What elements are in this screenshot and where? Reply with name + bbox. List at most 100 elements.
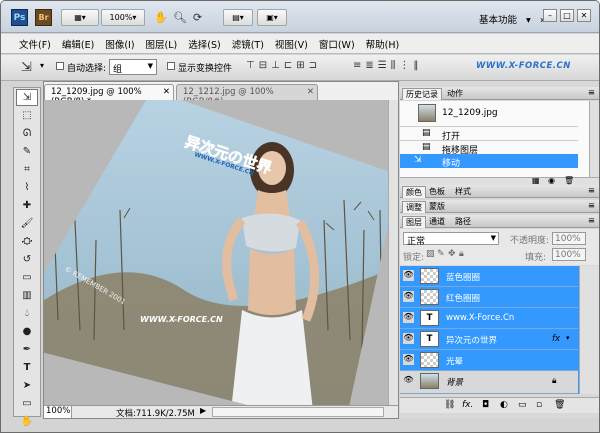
menu-help[interactable]: 帮助(H) xyxy=(366,37,400,51)
tab-document-inactive[interactable]: 12_1212.jpg @ 100%(RGB/8#) ✕ xyxy=(176,84,318,107)
history-item-drag-layer[interactable]: ▤ 拖移图层 xyxy=(400,140,578,156)
workspace-switcher[interactable]: 基本功能 ▾ » xyxy=(479,12,546,26)
delete-layer-icon[interactable]: 🗑︎ xyxy=(554,400,565,410)
layer-row-background[interactable]: 👁︎ 背景 🔒︎ xyxy=(400,371,578,394)
layers-scrollbar[interactable] xyxy=(579,266,599,394)
tab-close-icon[interactable]: ✕ xyxy=(307,87,314,97)
rotate-view-icon[interactable]: ⟳ xyxy=(193,9,202,26)
eyedropper-tool-icon[interactable]: ⌇ xyxy=(16,179,38,196)
move-tool-preset-icon[interactable]: ⇲ xyxy=(21,59,32,76)
align-hcenter-icon[interactable]: ⊞ xyxy=(296,60,304,71)
snapshot-icon[interactable]: ◉ xyxy=(548,176,555,185)
menu-file[interactable]: 文件(F) xyxy=(19,37,51,51)
lock-all-icon[interactable]: 🔒︎ xyxy=(459,249,464,259)
menu-image[interactable]: 图像(I) xyxy=(105,37,134,51)
tab-history[interactable]: 历史记录 xyxy=(402,88,442,100)
bridge-launch-button[interactable]: Br xyxy=(35,9,52,26)
history-item-open[interactable]: ▤ 打开 xyxy=(400,126,578,142)
panel-menu-icon[interactable]: ≡ xyxy=(588,201,595,211)
lock-transparency-icon[interactable]: ▨ xyxy=(426,249,435,259)
tab-adjustments[interactable]: 调整 xyxy=(402,201,426,213)
tab-swatches[interactable]: 色板 xyxy=(426,186,448,198)
healing-brush-tool-icon[interactable]: ✚ xyxy=(16,197,38,214)
tab-document-active[interactable]: 12_1209.jpg @ 100%(RGB/8) * ✕ xyxy=(44,84,174,107)
tab-styles[interactable]: 样式 xyxy=(452,186,474,198)
adjustment-layer-icon[interactable]: ◐ xyxy=(500,400,508,410)
new-group-icon[interactable]: ▭ xyxy=(518,400,527,410)
align-right-icon[interactable]: ⊐ xyxy=(309,60,317,71)
opacity-field[interactable]: 100% xyxy=(552,232,586,245)
effects-expand-icon[interactable]: ▾ xyxy=(566,334,570,342)
visibility-eye-icon[interactable]: 👁︎ xyxy=(403,270,414,281)
new-layer-icon[interactable]: ▫ xyxy=(536,400,542,410)
distribute-vcenter-icon[interactable]: ≣ xyxy=(365,60,373,71)
layer-row-url-text[interactable]: 👁︎ T www.X-Force.Cn xyxy=(400,308,578,329)
align-vcenter-icon[interactable]: ⊟ xyxy=(259,60,267,71)
tab-paths[interactable]: 路径 xyxy=(452,216,474,228)
quick-select-tool-icon[interactable]: ✎ xyxy=(16,143,38,160)
dodge-tool-icon[interactable]: ● xyxy=(16,323,38,340)
distribute-right-icon[interactable]: ‖ xyxy=(413,60,418,71)
menu-layer[interactable]: 图层(L) xyxy=(146,37,178,51)
distribute-top-icon[interactable]: ≡ xyxy=(353,60,361,71)
history-item-move[interactable]: ⇲ 移动 xyxy=(400,154,578,169)
history-scrollbar[interactable] xyxy=(589,101,599,177)
distribute-left-icon[interactable]: ⫼ xyxy=(391,60,396,71)
type-tool-icon[interactable]: T xyxy=(16,359,38,376)
visibility-eye-icon[interactable]: 👁︎ xyxy=(403,354,414,365)
canvas-vertical-scrollbar[interactable] xyxy=(388,100,398,406)
photoshop-logo[interactable]: Ps xyxy=(11,9,28,26)
clone-stamp-tool-icon[interactable]: ⛮ xyxy=(16,233,38,250)
visibility-eye-icon[interactable]: 👁︎ xyxy=(403,312,414,323)
menu-select[interactable]: 选择(S) xyxy=(188,37,220,51)
move-tool-icon[interactable]: ⇲ xyxy=(16,89,38,106)
align-bottom-icon[interactable]: ⊥ xyxy=(271,60,280,71)
layer-row-red-circles[interactable]: 👁︎ 红色圈圈 xyxy=(400,287,578,308)
canvas-area[interactable]: 异次元の世界 WWW.X-FORCE.CN WWW.X-FORCE.CN © R… xyxy=(44,100,398,406)
layer-row-title-text[interactable]: 👁︎ T 异次元の世界 fx ▾ xyxy=(400,329,578,350)
zoom-tool-icon[interactable]: 🔍︎ xyxy=(173,9,187,26)
trash-icon[interactable]: 🗑︎ xyxy=(564,176,574,185)
minimize-button[interactable]: – xyxy=(543,9,557,22)
add-mask-icon[interactable]: ◘ xyxy=(482,400,489,410)
menu-view[interactable]: 视图(V) xyxy=(275,37,308,51)
auto-select-dropdown[interactable]: 组 ▼ xyxy=(109,59,157,75)
layer-row-glow[interactable]: 👁︎ 光晕 xyxy=(400,350,578,371)
status-menu-arrow-icon[interactable]: ▶ xyxy=(200,406,206,415)
arrange-documents-button[interactable]: ▤ ▾ xyxy=(223,9,253,26)
screen-mode-button[interactable]: ▣ ▾ xyxy=(257,9,287,26)
tab-actions[interactable]: 动作 xyxy=(444,88,466,100)
fill-field[interactable]: 100% xyxy=(552,248,586,261)
hand-tool-icon[interactable]: ✋ xyxy=(16,413,38,430)
view-extras-button[interactable]: ▦ ▾ xyxy=(61,9,99,26)
distribute-bottom-icon[interactable]: ☰ xyxy=(378,60,387,71)
link-layers-icon[interactable]: ⛓︎ xyxy=(444,400,455,410)
tab-layers[interactable]: 图层 xyxy=(402,216,426,228)
gradient-tool-icon[interactable]: ▥ xyxy=(16,287,38,304)
panel-menu-icon[interactable]: ≡ xyxy=(588,216,595,226)
lasso-tool-icon[interactable]: ᘏ xyxy=(16,125,38,142)
align-top-icon[interactable]: ⊤ xyxy=(246,60,255,71)
blur-tool-icon[interactable]: 💧︎ xyxy=(16,305,38,322)
tab-close-icon[interactable]: ✕ xyxy=(163,87,170,97)
blend-mode-select[interactable]: 正常 ▼ xyxy=(403,232,499,247)
layer-effects-icon[interactable]: fx xyxy=(552,334,560,344)
tab-masks[interactable]: 蒙版 xyxy=(426,201,448,213)
tool-preset-caret-icon[interactable]: ▾ xyxy=(40,61,44,70)
marquee-tool-icon[interactable]: ⬚ xyxy=(16,107,38,124)
menu-edit[interactable]: 编辑(E) xyxy=(62,37,94,51)
menu-window[interactable]: 窗口(W) xyxy=(319,37,355,51)
show-transform-checkbox[interactable] xyxy=(167,62,175,70)
eraser-tool-icon[interactable]: ▭ xyxy=(16,269,38,286)
lock-pixels-icon[interactable]: ✎ xyxy=(437,249,445,259)
align-left-icon[interactable]: ⊏ xyxy=(284,60,292,71)
path-select-tool-icon[interactable]: ➤ xyxy=(16,377,38,394)
panel-menu-icon[interactable]: ≡ xyxy=(588,88,595,98)
history-snapshot-label[interactable]: 12_1209.jpg xyxy=(442,108,498,118)
tab-channels[interactable]: 通道 xyxy=(426,216,448,228)
close-button[interactable]: ✕ xyxy=(577,9,591,22)
lock-position-icon[interactable]: ✥ xyxy=(448,249,456,259)
visibility-eye-icon[interactable]: 👁︎ xyxy=(403,333,414,344)
add-layer-style-icon[interactable]: fx. xyxy=(462,400,473,410)
layer-row-blue-circles[interactable]: 👁︎ 蓝色圈圈 xyxy=(400,266,578,287)
